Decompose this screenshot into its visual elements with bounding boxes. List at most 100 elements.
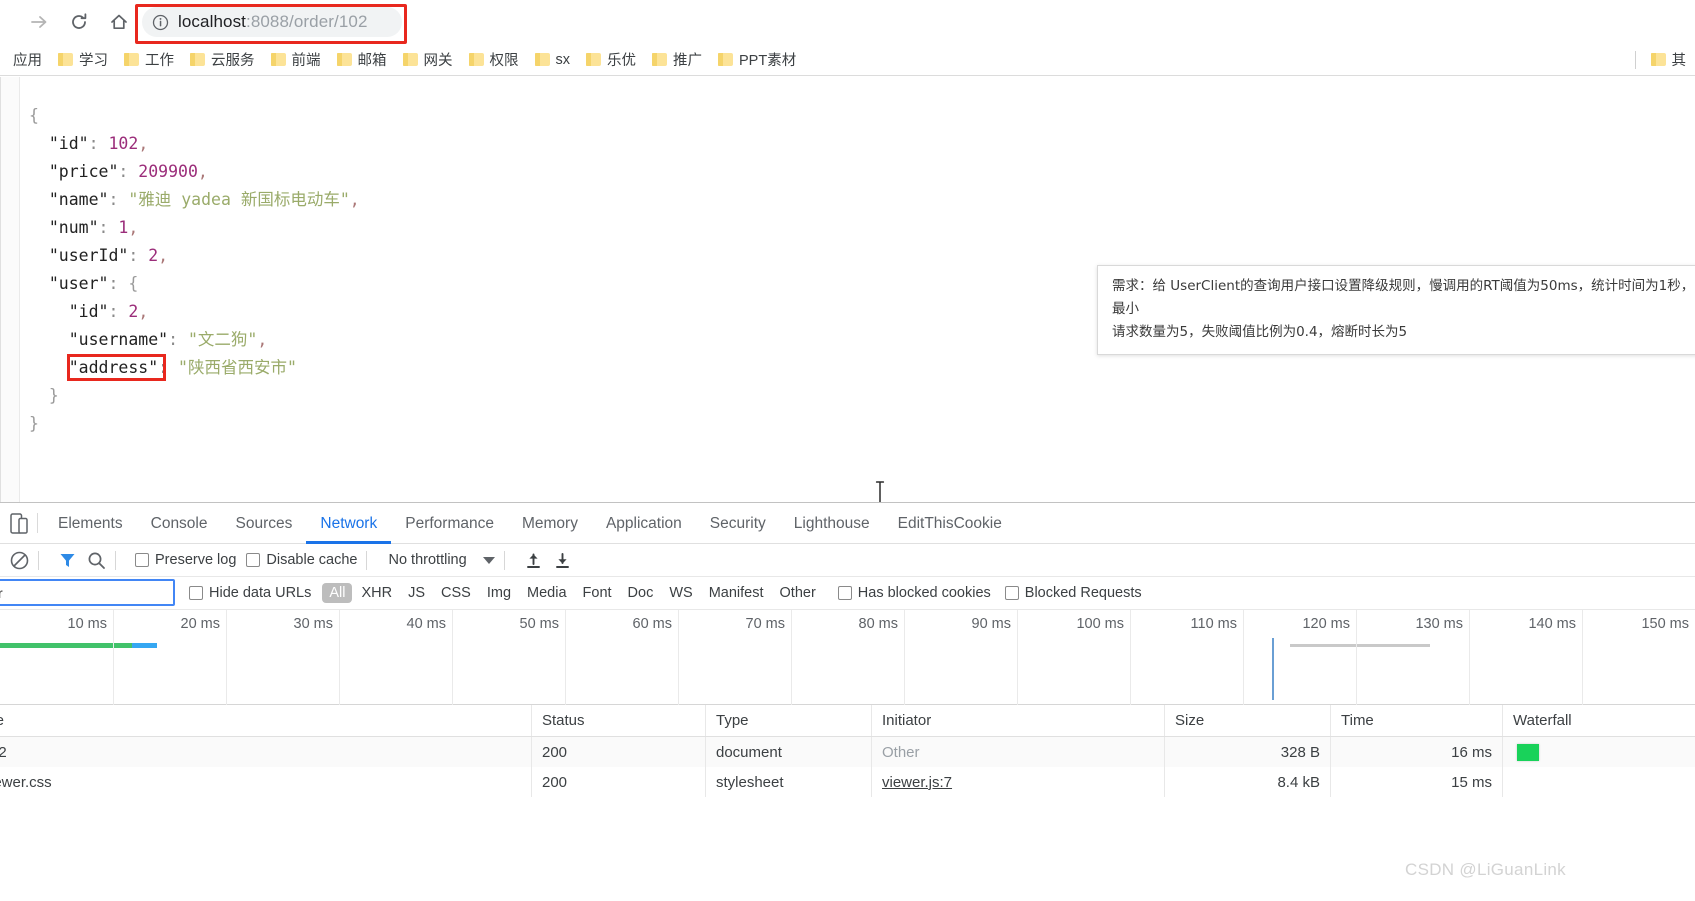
- bookmark-item[interactable]: 工作: [117, 47, 181, 73]
- filter-type-ws[interactable]: WS: [662, 583, 699, 603]
- bookmarks-bar: 应用 学习 工作 云服务 前端 邮箱 网关 权限: [0, 44, 1695, 76]
- timeline-gridline: [1130, 610, 1131, 705]
- network-filterbar: Hide data URLs All XHR JS CSS Img Media …: [0, 577, 1695, 610]
- checkbox-box-icon: [189, 586, 203, 600]
- preserve-log-checkbox[interactable]: Preserve log: [135, 552, 236, 568]
- filter-type-all[interactable]: All: [322, 583, 352, 603]
- table-row[interactable]: iewer.css 200 stylesheet viewer.js:7 8.4…: [0, 767, 1695, 797]
- bookmark-item[interactable]: 推广: [645, 47, 709, 73]
- cell-time: 16 ms: [1331, 737, 1503, 767]
- bookmark-item[interactable]: 前端: [264, 47, 328, 73]
- timeline-tick-label: 10 ms: [68, 616, 108, 632]
- timeline-tick-label: 130 ms: [1415, 616, 1463, 632]
- timeline-gridline: [339, 610, 340, 705]
- chevron-down-icon[interactable]: [483, 557, 495, 564]
- cell-name[interactable]: 02: [0, 737, 532, 767]
- tab-sources[interactable]: Sources: [222, 503, 307, 544]
- tab-console[interactable]: Console: [137, 503, 222, 544]
- bookmark-label: sx: [556, 52, 571, 68]
- blocked-requests-checkbox[interactable]: Blocked Requests: [1005, 585, 1142, 601]
- filter-type-img[interactable]: Img: [480, 583, 518, 603]
- bookmarks-overflow-group: 其: [1627, 47, 1695, 73]
- timeline-tick-label: 90 ms: [972, 616, 1012, 632]
- folder-icon: [535, 53, 550, 66]
- device-toolbar-icon[interactable]: [9, 512, 29, 534]
- timeline-tick-label: 20 ms: [181, 616, 221, 632]
- cell-time: 15 ms: [1331, 767, 1503, 797]
- reload-icon[interactable]: [62, 5, 96, 39]
- bookmark-item[interactable]: 乐优: [579, 47, 643, 73]
- column-header-type[interactable]: Type: [706, 705, 872, 736]
- search-icon[interactable]: [87, 551, 106, 570]
- clear-no-entry-icon[interactable]: [10, 551, 29, 570]
- overview-bar-gray: [1290, 644, 1430, 647]
- column-header-waterfall[interactable]: Waterfall: [1503, 705, 1695, 736]
- cell-initiator: Other: [872, 737, 1165, 767]
- filter-types-group: Hide data URLs All XHR JS CSS Img Media …: [189, 583, 1142, 603]
- bookmark-item[interactable]: sx: [528, 47, 578, 73]
- funnel-filter-icon[interactable]: [58, 551, 77, 570]
- download-arrow-icon[interactable]: [553, 551, 572, 570]
- tab-application[interactable]: Application: [592, 503, 696, 544]
- timeline-tick-label: 140 ms: [1528, 616, 1576, 632]
- filter-type-media[interactable]: Media: [520, 583, 574, 603]
- timeline-tick-label: 120 ms: [1302, 616, 1350, 632]
- filter-type-other[interactable]: Other: [773, 583, 823, 603]
- column-header-status[interactable]: Status: [532, 705, 706, 736]
- info-circle-icon[interactable]: [152, 14, 169, 31]
- disable-cache-checkbox[interactable]: Disable cache: [246, 552, 357, 568]
- bookmark-item[interactable]: 云服务: [183, 47, 262, 73]
- waterfall-bar: [1517, 744, 1539, 761]
- watermark: CSDN @LiGuanLink: [1405, 860, 1566, 880]
- network-overview-timeline[interactable]: 10 ms20 ms30 ms40 ms50 ms60 ms70 ms80 ms…: [0, 610, 1695, 705]
- filter-type-doc[interactable]: Doc: [621, 583, 661, 603]
- bookmark-label: 权限: [490, 49, 519, 70]
- folder-icon: [271, 53, 286, 66]
- cell-initiator[interactable]: viewer.js:7: [872, 767, 1165, 797]
- cell-name[interactable]: iewer.css: [0, 767, 532, 797]
- timeline-gridline: [1356, 610, 1357, 705]
- has-blocked-cookies-checkbox[interactable]: Has blocked cookies: [838, 585, 991, 601]
- column-header-name[interactable]: Name: [0, 705, 532, 736]
- tab-editthiscookie[interactable]: EditThisCookie: [884, 503, 1016, 544]
- filter-input[interactable]: [0, 579, 175, 606]
- bookmark-overflow-item[interactable]: 其: [1644, 47, 1694, 73]
- filter-type-xhr[interactable]: XHR: [354, 583, 399, 603]
- throttling-select-label[interactable]: No throttling: [388, 552, 466, 568]
- filter-type-js[interactable]: JS: [401, 583, 432, 603]
- bookmark-label: 学习: [79, 49, 108, 70]
- bookmark-label: 推广: [673, 49, 702, 70]
- cell-status: 200: [532, 737, 706, 767]
- folder-icon: [469, 53, 484, 66]
- bookmark-item[interactable]: 学习: [51, 47, 115, 73]
- upload-arrow-icon[interactable]: [524, 551, 543, 570]
- bookmark-item[interactable]: PPT素材: [711, 47, 803, 73]
- timeline-gridline: [791, 610, 792, 705]
- tab-performance[interactable]: Performance: [391, 503, 508, 544]
- timeline-tick-label: 80 ms: [859, 616, 899, 632]
- filter-type-manifest[interactable]: Manifest: [702, 583, 771, 603]
- home-icon[interactable]: [102, 5, 136, 39]
- cell-status: 200: [532, 767, 706, 797]
- filter-type-font[interactable]: Font: [576, 583, 619, 603]
- tab-lighthouse[interactable]: Lighthouse: [780, 503, 884, 544]
- bookmark-item[interactable]: 网关: [396, 47, 460, 73]
- tab-elements[interactable]: Elements: [44, 503, 137, 544]
- tab-network[interactable]: Network: [306, 503, 391, 544]
- timeline-tick-label: 100 ms: [1076, 616, 1124, 632]
- column-header-size[interactable]: Size: [1165, 705, 1331, 736]
- bookmark-item[interactable]: 权限: [462, 47, 526, 73]
- address-bar[interactable]: localhost:8088/order/102: [142, 7, 402, 37]
- timeline-tick-label: 150 ms: [1641, 616, 1689, 632]
- tab-memory[interactable]: Memory: [508, 503, 592, 544]
- bookmark-apps[interactable]: 应用: [6, 47, 49, 73]
- column-header-initiator[interactable]: Initiator: [872, 705, 1165, 736]
- bookmark-item[interactable]: 邮箱: [330, 47, 394, 73]
- tab-security[interactable]: Security: [696, 503, 780, 544]
- checkbox-box-icon: [135, 553, 149, 567]
- hide-data-urls-checkbox[interactable]: Hide data URLs: [189, 585, 311, 601]
- table-row[interactable]: 02 200 document Other 328 B 16 ms: [0, 737, 1695, 767]
- filter-type-css[interactable]: CSS: [434, 583, 478, 603]
- column-header-time[interactable]: Time: [1331, 705, 1503, 736]
- forward-icon[interactable]: [22, 5, 56, 39]
